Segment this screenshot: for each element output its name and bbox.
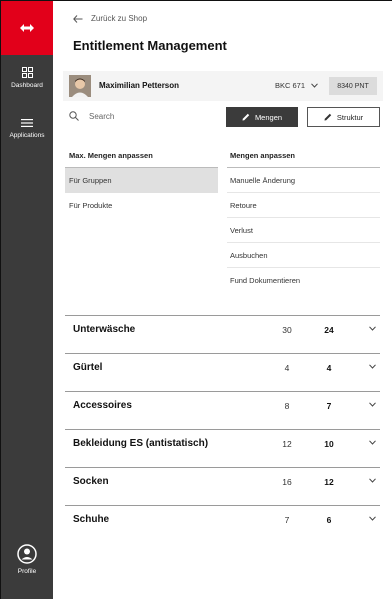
struktur-button[interactable]: Struktur (307, 107, 380, 127)
back-link[interactable]: Zurück zu Shop (73, 14, 147, 23)
chevron-down-icon (369, 326, 376, 331)
category-current: 24 (324, 325, 334, 335)
category-max: 16 (282, 477, 292, 487)
category-row-accessoires[interactable]: Accessoires 8 7 (65, 391, 380, 429)
brand-logo[interactable] (1, 1, 53, 55)
right-item-retoure[interactable]: Retoure (227, 193, 380, 218)
dashboard-icon (21, 67, 33, 78)
pencil-icon (242, 113, 250, 121)
arrow-left-icon (73, 14, 83, 23)
category-max: 4 (284, 363, 290, 373)
chevron-down-icon (369, 516, 376, 521)
cost-center-dropdown[interactable]: BKC 671 (275, 81, 318, 90)
cost-center-value: BKC 671 (275, 81, 306, 90)
left-item-gruppen[interactable]: Für Gruppen (65, 168, 218, 193)
category-name: Schuhe (73, 514, 110, 525)
category-row-socken[interactable]: Socken 16 12 (65, 467, 380, 505)
mengen-label: Mengen (254, 112, 283, 122)
category-name: Bekleidung ES (antistatisch) (73, 438, 209, 449)
sidebar: Dashboard Applications Profile (1, 1, 53, 599)
right-item-ausbuchen[interactable]: Ausbuchen (227, 243, 380, 268)
avatar-photo (69, 75, 91, 97)
category-current: 7 (326, 401, 332, 411)
category-max: 7 (284, 515, 290, 525)
avatar (69, 75, 91, 97)
chevron-down-icon (311, 83, 318, 88)
chevron-down-icon (369, 478, 376, 483)
category-max: 12 (282, 439, 292, 449)
right-item-manuelle-aenderung[interactable]: Manuelle Änderung (227, 168, 380, 193)
category-current: 10 (324, 439, 334, 449)
search-icon (69, 111, 79, 121)
back-label: Zurück zu Shop (91, 14, 148, 23)
chevron-down-icon (369, 402, 376, 407)
left-panel-header: Max. Mengen anpassen (69, 151, 153, 160)
page-title: Entitlement Management (73, 38, 227, 53)
category-row-bekleidung-es[interactable]: Bekleidung ES (antistatisch) 12 10 (65, 429, 380, 467)
menu-icon (21, 119, 33, 127)
right-item-fund-dokumentieren[interactable]: Fund Dokumentieren (227, 268, 380, 293)
right-item-verlust[interactable]: Verlust (227, 218, 380, 243)
search-placeholder: Search (89, 111, 115, 121)
user-name: Maximilian Petterson (99, 81, 180, 90)
struktur-label: Struktur (336, 112, 364, 122)
sidebar-item-label: Dashboard (11, 82, 43, 89)
sidebar-item-label: Profile (17, 568, 37, 575)
sidebar-item-label: Applications (9, 132, 45, 139)
main-content: Zurück zu Shop Entitlement Management Ma… (53, 1, 392, 599)
category-row-schuhe[interactable]: Schuhe 7 6 (65, 505, 380, 543)
sidebar-item-applications[interactable]: Applications (1, 118, 53, 139)
right-panel-header: Mengen anpassen (230, 151, 296, 160)
search-field[interactable]: Search (69, 111, 114, 121)
sidebar-item-profile[interactable]: Profile (1, 544, 53, 575)
chevron-down-icon (369, 364, 376, 369)
category-max: 30 (282, 325, 292, 335)
category-current: 4 (326, 363, 332, 373)
category-max: 8 (284, 401, 290, 411)
category-row-unterwaesche[interactable]: Unterwäsche 30 24 (65, 315, 380, 353)
category-current: 12 (324, 477, 334, 487)
category-name: Socken (73, 476, 109, 487)
category-name: Accessoires (73, 400, 132, 411)
logo-arrows-icon (20, 24, 34, 32)
sidebar-item-dashboard[interactable]: Dashboard (1, 67, 53, 89)
mengen-button[interactable]: Mengen (226, 107, 298, 127)
user-bar: Maximilian Petterson BKC 671 8340 PNT (63, 71, 383, 101)
category-name: Gürtel (73, 362, 103, 373)
app-frame: Dashboard Applications Profile Zurück zu… (0, 0, 392, 599)
category-row-guertel[interactable]: Gürtel 4 4 (65, 353, 380, 391)
points-badge: 8340 PNT (329, 77, 377, 95)
left-item-produkte[interactable]: Für Produkte (65, 193, 218, 218)
category-name: Unterwäsche (73, 324, 136, 335)
pencil-icon (324, 113, 332, 121)
profile-icon (17, 544, 37, 564)
chevron-down-icon (369, 440, 376, 445)
category-current: 6 (326, 515, 332, 525)
